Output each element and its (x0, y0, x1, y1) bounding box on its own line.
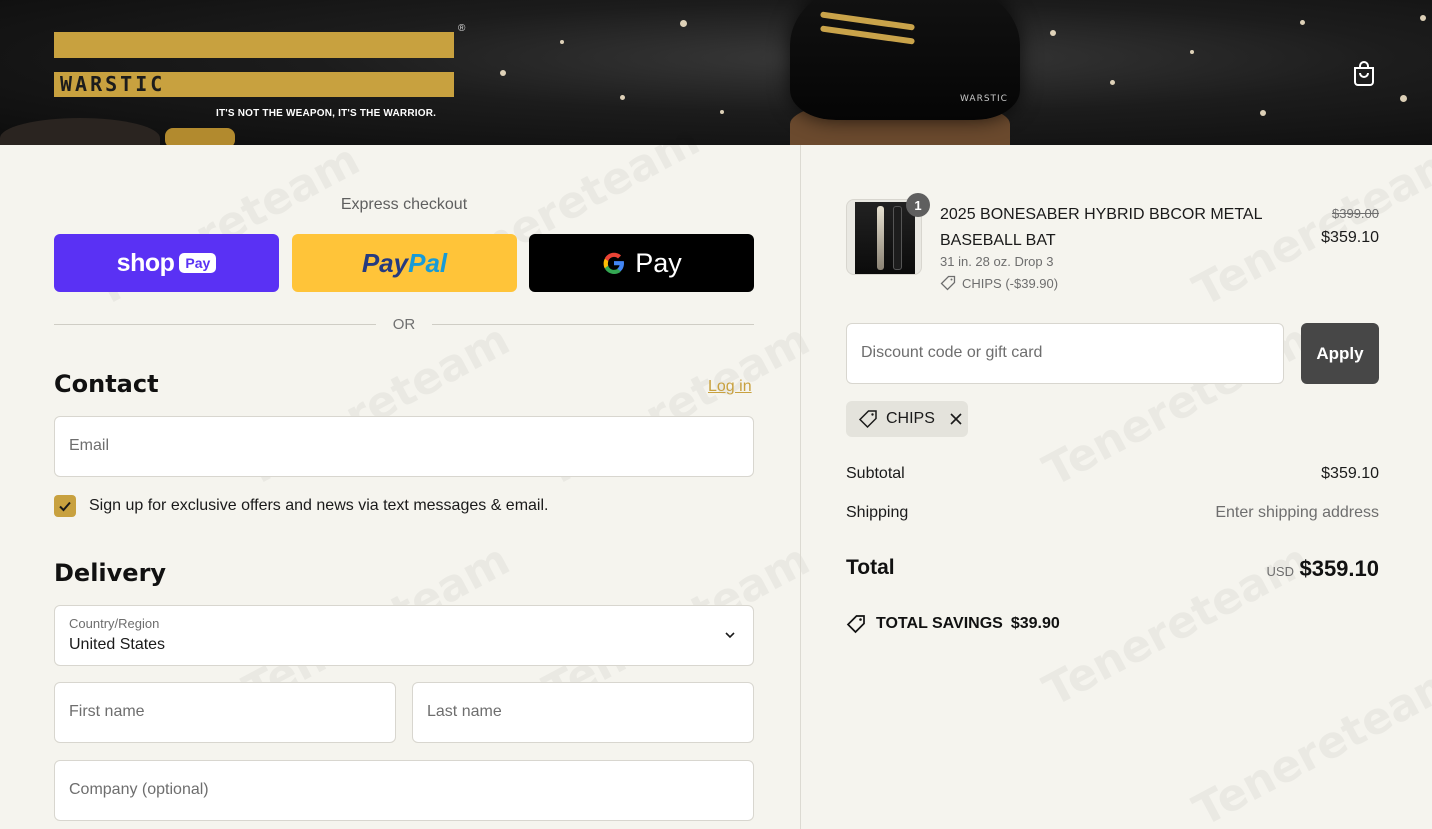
warstic-logo[interactable]: WARSTIC (54, 32, 454, 97)
shop-pay-wordmark: shop (116, 248, 175, 277)
cap-brand-text: WARSTIC (960, 94, 1008, 104)
paypal-wordmark: PayPal (362, 248, 447, 279)
shopping-bag-icon[interactable] (1352, 60, 1376, 86)
country-label: Country/Region (69, 616, 160, 631)
product-discount-label: CHIPS (-$39.90) (962, 275, 1059, 291)
shop-pay-button[interactable]: shop Pay (54, 234, 279, 292)
original-price: $399.00 (1332, 206, 1379, 221)
delivery-heading: Delivery (54, 559, 167, 587)
first-name-field[interactable]: First name (54, 682, 396, 743)
total-label: Total (846, 556, 895, 579)
signup-checkbox[interactable] (54, 495, 76, 517)
watermark: Tenereteam (1035, 534, 1318, 717)
company-field[interactable]: Company (optional) (54, 760, 754, 821)
product-discount: CHIPS (-$39.90) (940, 275, 1058, 291)
bat-image (877, 206, 884, 270)
discount-code-input[interactable]: Discount code or gift card (846, 323, 1284, 384)
checkmark-icon (59, 501, 71, 512)
chevron-down-icon (725, 632, 735, 639)
bokeh-sparkle (500, 70, 506, 76)
savings-tag-icon (846, 615, 865, 634)
country-value: United States (69, 636, 166, 653)
product-name: 2025 BONESABER HYBRID BBCOR METAL BASEBA… (940, 206, 1262, 249)
express-checkout-title: Express checkout (340, 196, 468, 213)
bokeh-sparkle (1300, 20, 1305, 25)
bokeh-sparkle (1050, 30, 1056, 36)
google-pay-label: Pay (635, 247, 682, 278)
bokeh-sparkle (720, 110, 724, 114)
bokeh-sparkle (1260, 110, 1266, 116)
total-value: $359.10 (1299, 556, 1379, 581)
subtotal-value: $359.10 (1321, 465, 1379, 482)
or-divider-line (54, 324, 376, 325)
paypal-wordmark-part1: Pay (361, 247, 409, 278)
last-name-field[interactable]: Last name (412, 682, 754, 743)
quantity-badge: 1 (906, 193, 930, 217)
bat-image (893, 206, 902, 270)
or-divider-line (432, 324, 754, 325)
bokeh-sparkle (1400, 95, 1407, 102)
savings-label: TOTAL SAVINGS (876, 615, 1003, 632)
first-name-placeholder: First name (69, 703, 145, 720)
bokeh-sparkle (680, 20, 687, 27)
logo-wordmark: WARSTIC (60, 72, 166, 96)
tag-icon (940, 275, 956, 291)
savings-value: $39.90 (1010, 615, 1060, 632)
shipping-value: Enter shipping address (1215, 504, 1379, 521)
sale-price: $359.10 (1321, 229, 1379, 246)
apply-button[interactable]: Apply (1301, 323, 1379, 384)
header-banner: WARSTIC WARSTIC ® IT'S NOT THE WEAPON, I… (0, 0, 1432, 145)
or-divider-text: OR (392, 316, 416, 333)
discount-placeholder: Discount code or gift card (861, 344, 1043, 361)
registered-mark: ® (458, 23, 466, 34)
shipping-label: Shipping (846, 504, 909, 521)
email-field[interactable]: Email (54, 416, 754, 477)
column-divider (800, 145, 801, 829)
product-variant: 31 in. 28 oz. Drop 3 (940, 254, 1054, 269)
subtotal-label: Subtotal (846, 465, 905, 482)
player-jersey-accent (165, 128, 235, 145)
company-placeholder: Company (optional) (69, 781, 209, 798)
total-currency: USD (1266, 564, 1294, 579)
google-g-icon (603, 252, 625, 274)
login-link[interactable]: Log in (708, 378, 752, 396)
total-savings: TOTAL SAVINGS $39.90 (846, 614, 1060, 634)
bokeh-sparkle (560, 40, 564, 44)
bokeh-sparkle (1190, 50, 1194, 54)
google-pay-button[interactable]: Pay (529, 234, 754, 292)
paypal-wordmark-part2: Pal (408, 247, 448, 278)
country-select[interactable]: Country/Region United States (54, 605, 754, 666)
bokeh-sparkle (1420, 15, 1426, 21)
applied-code-label: CHIPS (886, 410, 935, 427)
bokeh-sparkle (1110, 80, 1115, 85)
shop-pay-pill: Pay (179, 253, 217, 273)
player-shoulder (0, 118, 160, 145)
bokeh-sparkle (620, 95, 625, 100)
applied-discount-chip: CHIPS (846, 401, 968, 437)
contact-heading: Contact (54, 370, 159, 398)
last-name-placeholder: Last name (427, 703, 502, 720)
tagline: IT'S NOT THE WEAPON, IT'S THE WARRIOR. (216, 108, 437, 119)
email-placeholder: Email (69, 437, 110, 454)
product-image (855, 202, 915, 274)
close-icon[interactable] (949, 412, 963, 426)
logo-bar (54, 32, 454, 58)
tag-icon (858, 410, 877, 429)
watermark: Tenereteam (1185, 654, 1432, 829)
signup-label: Sign up for exclusive offers and news vi… (89, 497, 549, 514)
paypal-button[interactable]: PayPal (292, 234, 517, 292)
